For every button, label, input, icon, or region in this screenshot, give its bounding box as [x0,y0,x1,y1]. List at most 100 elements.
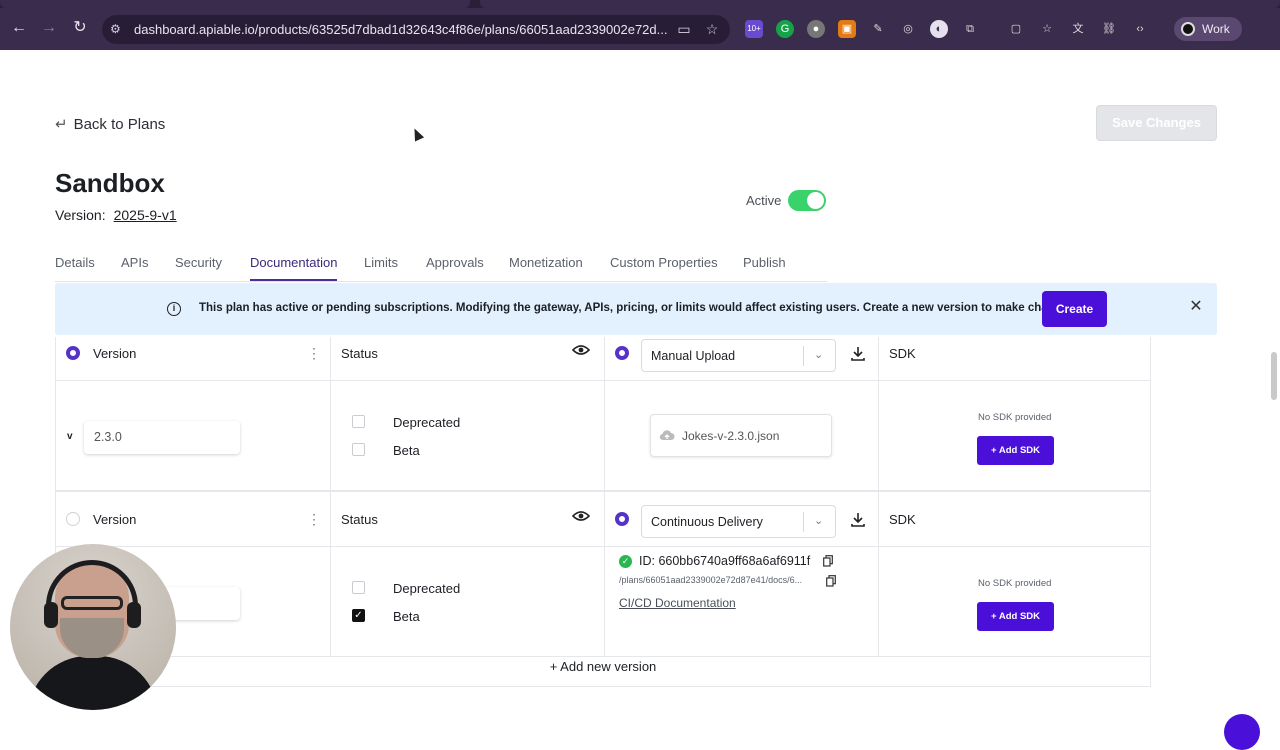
bookmark-star-icon[interactable]: ☆ [704,21,720,37]
expand-caret-icon[interactable]: v [67,431,73,442]
source-select-radio[interactable] [615,346,629,360]
browser-tab[interactable] [0,0,470,8]
beta-label: Beta [393,609,420,624]
chevron-down-icon: ⌄ [814,349,824,361]
tab-security[interactable]: Security [175,255,222,270]
code-icon[interactable]: ‹› [1131,20,1149,38]
add-sdk-button[interactable]: + Add SDK [977,436,1054,465]
uploaded-file-pill[interactable]: Jokes-v-2.3.0.json [650,414,832,457]
status-header: Status [341,346,378,361]
url-text: dashboard.apiable.io/products/63525d7dba… [134,22,668,37]
download-icon[interactable] [850,512,866,528]
eye-icon[interactable] [572,510,590,522]
tab-documentation[interactable]: Documentation [250,255,337,270]
ci-id: ID: 660bb6740a9ff68a6af6911f [639,554,811,568]
install-app-icon[interactable]: ▭ [676,21,692,37]
select-divider [803,346,804,366]
version-input-value: 2.3.0 [94,430,122,444]
copy-icon[interactable] [823,555,833,567]
headphone-cup [44,602,58,628]
deprecated-checkbox[interactable] [352,415,365,428]
source-select-radio[interactable] [615,512,629,526]
no-sdk-text: No SDK provided [978,412,1052,423]
reload-icon[interactable]: ↻ [71,19,89,37]
eye-icon[interactable] [572,344,590,356]
sdk-header: SDK [889,346,916,361]
plan-tabs: Details APIs Security Documentation Limi… [55,254,827,282]
extensions-puzzle-icon[interactable]: ⧉ [961,20,979,38]
no-sdk-text: No SDK provided [978,578,1052,589]
active-toggle[interactable] [788,190,826,211]
tab-approvals[interactable]: Approvals [426,255,484,270]
beta-checkbox[interactable]: ✓ [352,609,365,622]
ci-documentation-link[interactable]: CI/CD Documentation [619,596,736,610]
cookie-extension-icon[interactable]: ◐ [930,20,948,38]
mouse-cursor-icon [409,126,425,142]
headphones-icon [46,560,138,622]
check-circle-icon: ✓ [619,555,632,568]
version-select-radio[interactable] [66,346,80,360]
back-label: Back to Plans [73,116,166,133]
add-sdk-button[interactable]: + Add SDK [977,602,1054,631]
column-divider [604,337,605,657]
version-select-radio[interactable] [66,512,80,526]
profile-button[interactable]: Work [1174,17,1242,41]
toggle-knob [807,192,824,209]
more-options-icon[interactable]: ⋮ [307,512,321,526]
favorites-icon[interactable]: ☆ [1038,20,1056,38]
save-changes-button[interactable]: Save Changes [1096,105,1217,141]
back-to-plans-link[interactable]: ↵ Back to Plans [55,115,165,133]
download-icon[interactable] [850,346,866,362]
tab-apis[interactable]: APIs [121,255,148,270]
address-bar[interactable]: ⚙ dashboard.apiable.io/products/63525d7d… [102,15,730,44]
tab-custom-properties[interactable]: Custom Properties [610,255,718,270]
row-divider [56,546,1150,547]
compass-extension-icon[interactable]: ◎ [899,20,917,38]
beta-checkbox[interactable] [352,443,365,456]
banner-message: This plan has active or pending subscrip… [199,302,1078,314]
deprecated-label: Deprecated [393,415,461,430]
subscriptions-warning-banner: i This plan has active or pending subscr… [55,283,1217,335]
record-extension-icon[interactable]: ● [807,20,825,38]
column-divider [878,337,879,657]
site-settings-icon[interactable]: ⚙ [110,22,124,36]
source-type-select[interactable]: Manual Upload ⌄ [641,339,836,372]
version-input[interactable]: 2.3.0 [84,421,240,454]
active-label: Active [746,193,782,208]
source-type-value: Continuous Delivery [651,515,763,529]
browser-toolbar: ← → ↻ ⚙ dashboard.apiable.io/products/63… [0,0,1280,50]
pen-extension-icon[interactable]: ✎ [869,20,887,38]
row-divider [56,656,1150,657]
chat-launcher-button[interactable] [1224,714,1260,750]
versions-table: Version ⋮ Status Manual Upload ⌄ SDK v 2… [55,337,1151,687]
translate-icon[interactable]: 文 [1069,20,1087,38]
grammarly-icon[interactable]: G [776,20,794,38]
add-new-version-button[interactable]: + Add new version [56,659,1150,674]
close-icon[interactable]: ✕ [1189,299,1203,315]
more-options-icon[interactable]: ⋮ [307,346,321,360]
extension-badge-icon[interactable]: 10+ [745,20,763,38]
column-divider [330,337,331,657]
tab-details[interactable]: Details [55,255,95,270]
browser-tab[interactable] [480,0,1280,8]
deprecated-checkbox[interactable] [352,581,365,594]
file-name: Jokes-v-2.3.0.json [682,429,780,443]
page-scrollbar[interactable] [1271,352,1277,400]
hubspot-extension-icon[interactable]: ▣ [838,20,856,38]
webcam-overlay [10,544,176,710]
source-type-select[interactable]: Continuous Delivery ⌄ [641,505,836,538]
headphone-cup [127,602,141,628]
tab-monetization[interactable]: Monetization [509,255,583,270]
tab-limits[interactable]: Limits [364,255,398,270]
version-label: Version: [55,207,106,223]
link-icon[interactable]: ⛓ [1100,20,1118,38]
back-arrow-icon[interactable]: ← [10,19,28,37]
tab-publish[interactable]: Publish [743,255,786,270]
forward-arrow-icon[interactable]: → [40,19,58,37]
screenshot-icon[interactable]: ▢ [1007,20,1025,38]
page-title: Sandbox [55,168,165,198]
copy-icon[interactable] [826,575,836,587]
version-link[interactable]: 2025-9-v1 [114,207,177,223]
tab-strip [0,0,1280,8]
create-version-button[interactable]: Create [1042,291,1107,327]
